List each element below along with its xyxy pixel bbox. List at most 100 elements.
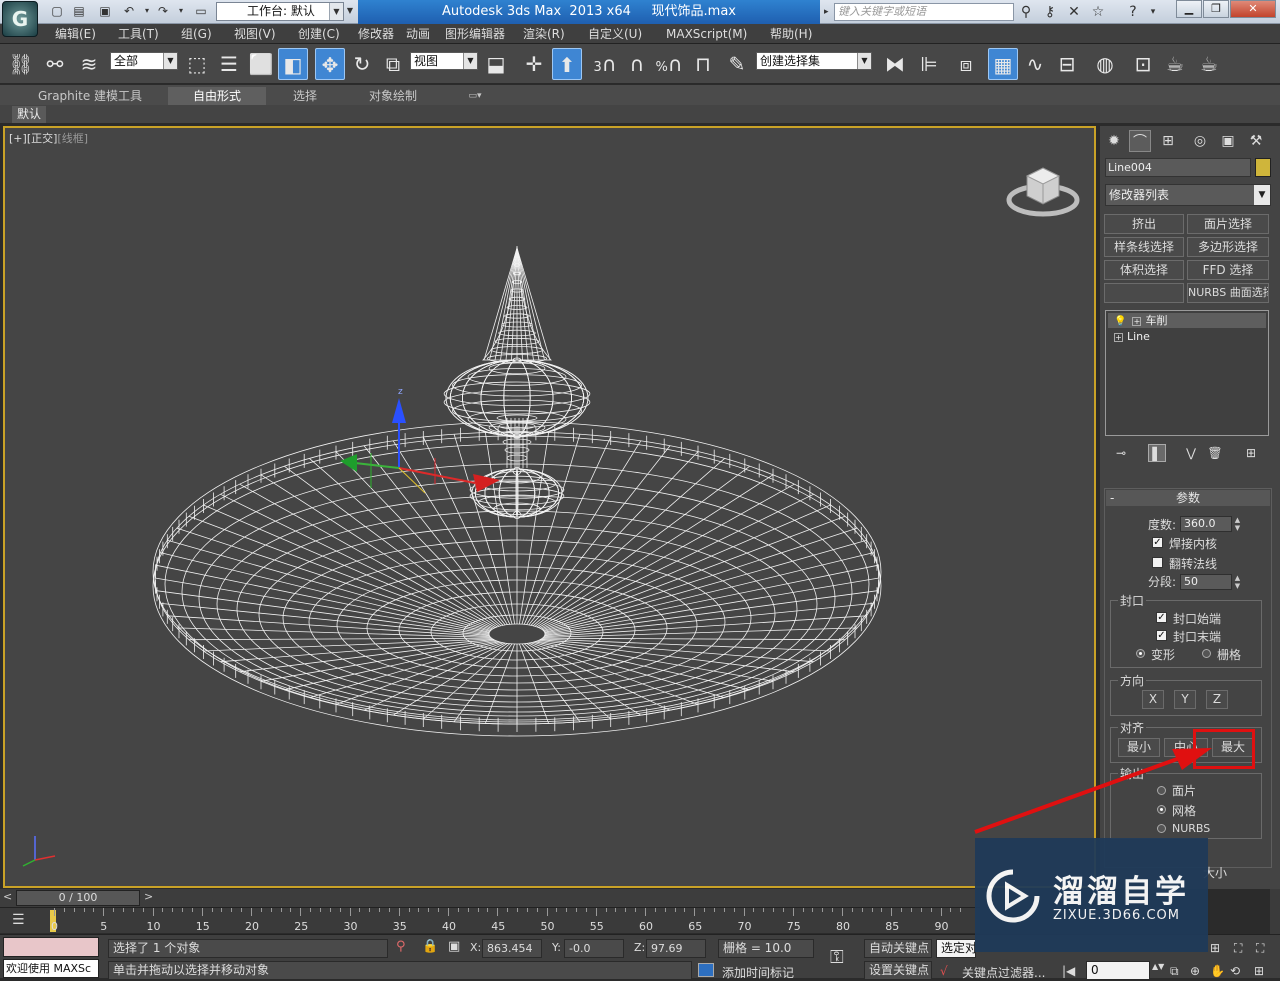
make-unique-icon[interactable]: ⋁: [1182, 444, 1200, 462]
maxscript-mini-listener[interactable]: 欢迎使用 MAXSc: [3, 959, 99, 978]
keyboard-shortcut-override-icon[interactable]: ⬆: [552, 48, 582, 80]
redo-icon[interactable]: ↷: [156, 4, 170, 18]
selection-lock-icon[interactable]: 🔒: [422, 939, 438, 954]
zoom-all-icon[interactable]: ⊞: [1210, 941, 1220, 955]
minimize-button[interactable]: ▁: [1176, 0, 1202, 18]
align-icon[interactable]: ⊫: [914, 48, 944, 80]
direction-y-button[interactable]: Y: [1174, 690, 1196, 709]
redo-dropdown-icon[interactable]: ▾: [174, 4, 188, 18]
poly-select-button[interactable]: 多边形选择: [1187, 237, 1269, 257]
workspace-arrow-icon[interactable]: ▼: [344, 4, 356, 18]
time-next-arrow[interactable]: >: [144, 890, 153, 903]
render-production-icon[interactable]: ☕: [1194, 48, 1224, 80]
select-and-scale-icon[interactable]: ⧉: [378, 48, 408, 80]
material-editor-icon[interactable]: ◍: [1090, 48, 1120, 80]
stack-item-lathe[interactable]: 💡 + 车削: [1108, 313, 1266, 328]
ribbon-options-icon[interactable]: ▭▾: [462, 87, 488, 105]
menu-edit[interactable]: 编辑(E): [55, 24, 96, 44]
project-folder-icon[interactable]: ▭: [194, 4, 208, 18]
pin-stack-icon[interactable]: ⊸: [1112, 444, 1130, 462]
menu-group[interactable]: 组(G): [181, 24, 212, 44]
cap-start-checkbox[interactable]: ✓: [1156, 612, 1167, 623]
menu-views[interactable]: 视图(V): [234, 24, 276, 44]
maximize-button[interactable]: ❐: [1203, 0, 1229, 18]
open-folder-icon[interactable]: ▤: [72, 4, 86, 18]
select-and-rotate-icon[interactable]: ↻: [347, 48, 377, 80]
app-menu-button[interactable]: G: [2, 1, 38, 37]
grid-radio[interactable]: [1202, 649, 1211, 658]
zoom-icon[interactable]: ⊕: [1190, 964, 1200, 978]
rollout-header[interactable]: - 参数: [1106, 490, 1270, 506]
collapse-icon[interactable]: -: [1110, 490, 1114, 506]
select-object-icon[interactable]: ⬚: [182, 48, 212, 80]
subscription-icon[interactable]: ⚷: [1041, 3, 1059, 21]
spinner-snap-icon[interactable]: ⊓: [688, 48, 718, 80]
show-end-result-icon[interactable]: ▌: [1148, 444, 1166, 462]
hierarchy-tab-icon[interactable]: ⊞: [1157, 130, 1179, 152]
key-filters-label[interactable]: 关键点过滤器...: [962, 964, 1045, 981]
menu-maxscript[interactable]: MAXScript(M): [666, 24, 747, 44]
selection-filter-select[interactable]: 全部 ▼: [110, 52, 178, 70]
orbit-icon[interactable]: ⟲: [1230, 964, 1240, 978]
render-setup-icon[interactable]: ⊡: [1128, 48, 1158, 80]
unlink-icon[interactable]: ⚯: [40, 48, 70, 80]
select-and-move-icon[interactable]: ✥: [315, 48, 345, 80]
morph-radio[interactable]: [1136, 649, 1145, 658]
new-file-icon[interactable]: ▢: [50, 4, 64, 18]
communication-icon[interactable]: ✕: [1065, 3, 1083, 21]
select-and-link-icon[interactable]: ⛓: [6, 48, 36, 80]
schematic-view-icon[interactable]: ⊟: [1052, 48, 1082, 80]
rectangular-selection-icon[interactable]: ⬜: [246, 48, 276, 80]
edit-named-selection-icon[interactable]: ✎: [722, 48, 752, 80]
binoculars-icon[interactable]: ⚲: [1017, 3, 1035, 21]
undo-dropdown-icon[interactable]: ▾: [140, 4, 154, 18]
time-prev-arrow[interactable]: <: [3, 890, 12, 903]
set-key-icon[interactable]: ⚿: [830, 947, 844, 968]
output-mesh-radio[interactable]: [1157, 805, 1166, 814]
select-by-name-icon[interactable]: ☰: [214, 48, 244, 80]
remove-modifier-icon[interactable]: 🗑: [1206, 444, 1224, 462]
display-tab-icon[interactable]: ▣: [1217, 130, 1239, 152]
extrude-button[interactable]: 挤出: [1104, 214, 1184, 234]
lightbulb-icon[interactable]: 💡: [1114, 316, 1126, 327]
tab-graphite[interactable]: Graphite 建模工具: [28, 87, 152, 105]
chevron-down-icon[interactable]: ▼: [1254, 185, 1270, 205]
set-key-button[interactable]: 设置关键点: [864, 961, 932, 980]
time-config-icon[interactable]: ⧉: [1170, 964, 1179, 979]
add-time-tag-label[interactable]: 添加时间标记: [722, 964, 794, 981]
move-gizmo[interactable]: z: [340, 387, 500, 494]
help-dropdown-icon[interactable]: ▾: [1144, 3, 1162, 21]
zoom-extents-all-icon[interactable]: ⛶: [1256, 941, 1264, 956]
menu-help[interactable]: 帮助(H): [770, 24, 812, 44]
go-to-start-icon[interactable]: |◀: [1062, 964, 1075, 978]
wireframe-model[interactable]: z: [5, 128, 1096, 888]
tab-selection[interactable]: 选择: [275, 87, 335, 105]
key-mode-select[interactable]: 选定对象: [936, 939, 976, 958]
isolate-selection-icon[interactable]: ⚲: [396, 939, 406, 954]
tab-freeform[interactable]: 自由形式: [168, 87, 266, 105]
chevron-down-icon[interactable]: ▼: [463, 53, 477, 69]
modify-tab-icon[interactable]: ⌒: [1129, 130, 1151, 152]
zoom-extents-icon[interactable]: ⛶: [1234, 941, 1242, 956]
menu-graph-editors[interactable]: 图形编辑器: [445, 24, 505, 44]
angle-snap-icon[interactable]: ∩: [622, 48, 652, 80]
snaps-toggle-icon[interactable]: 3∩: [590, 48, 620, 80]
weld-core-checkbox[interactable]: ✓: [1152, 537, 1163, 548]
window-crossing-icon[interactable]: ◧: [278, 48, 308, 80]
favorites-star-icon[interactable]: ☆: [1089, 3, 1107, 21]
stack-item-line[interactable]: + Line: [1108, 329, 1266, 344]
chevron-down-icon[interactable]: ▼: [329, 3, 343, 20]
expand-icon[interactable]: +: [1132, 316, 1142, 326]
flip-normals-checkbox[interactable]: [1152, 557, 1163, 568]
motion-tab-icon[interactable]: ◎: [1189, 130, 1211, 152]
current-frame-field[interactable]: 0: [1086, 961, 1150, 980]
z-coord-field[interactable]: 97.69: [646, 939, 706, 958]
tab-object-paint[interactable]: 对象绘制: [358, 87, 428, 105]
spinner-arrows-icon[interactable]: ▲▼: [1232, 574, 1243, 590]
search-expand-icon[interactable]: ▸: [824, 4, 834, 20]
menu-customize[interactable]: 自定义(U): [588, 24, 642, 44]
graphite-toggle-icon[interactable]: ▦: [988, 48, 1018, 80]
maxscript-listener-top[interactable]: [3, 937, 99, 957]
create-tab-icon[interactable]: ✹: [1103, 130, 1125, 152]
chevron-down-icon[interactable]: ▼: [163, 53, 177, 69]
